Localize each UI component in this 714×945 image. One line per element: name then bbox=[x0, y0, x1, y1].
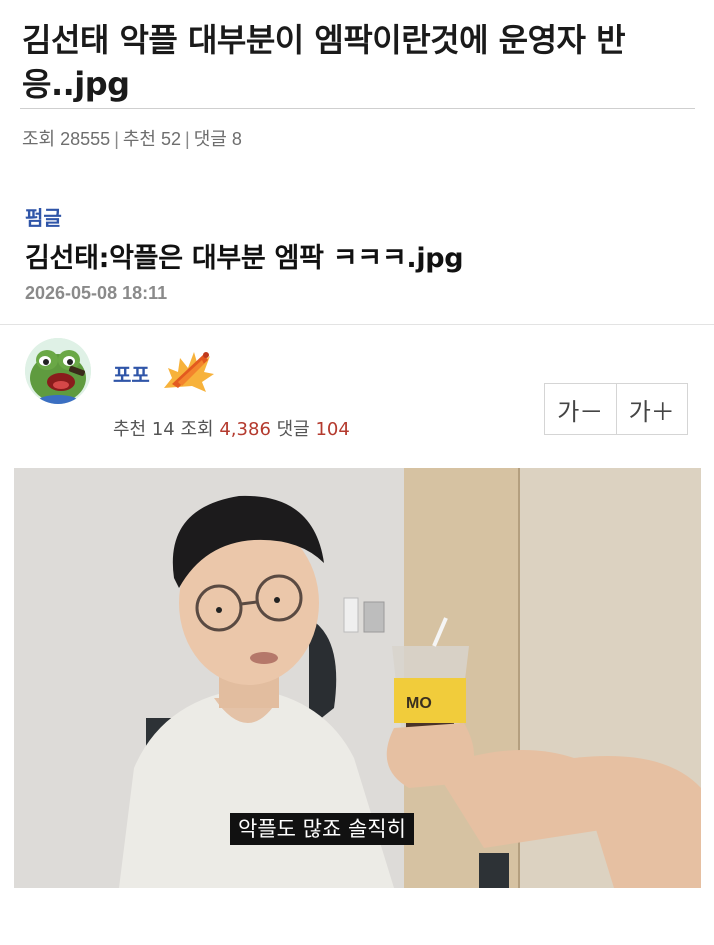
author-view-value: 4,386 bbox=[219, 419, 271, 440]
board-category-link[interactable]: 펌글 bbox=[25, 202, 62, 231]
font-size-controls: 가－ 가＋ bbox=[544, 383, 688, 435]
post-title: 김선태 악플 대부분이 엠팍이란것에 운영자 반응..jpg bbox=[22, 21, 626, 103]
section-divider bbox=[0, 324, 714, 325]
view-count: 조회 28555 bbox=[22, 129, 111, 149]
meta-separator: | bbox=[185, 129, 190, 149]
title-divider bbox=[20, 108, 695, 109]
font-increase-button[interactable]: 가＋ bbox=[615, 384, 688, 434]
author-like-value: 14 bbox=[151, 419, 175, 440]
author-view-label: 조회 bbox=[180, 419, 214, 440]
level-badge-icon bbox=[158, 338, 218, 398]
post-image[interactable]: MO 악플도 많죠 솔직히 bbox=[14, 468, 701, 888]
post-date: 2026-05-08 18:11 bbox=[25, 283, 168, 303]
original-post-title[interactable]: 김선태:악플은 대부분 엠팍 ㅋㅋㅋ.jpg bbox=[25, 236, 464, 275]
cup-label: MO bbox=[406, 695, 432, 712]
post-meta: 조회 28555 | 추천 52 | 댓글 8 bbox=[22, 125, 242, 151]
font-decrease-button[interactable]: 가－ bbox=[545, 384, 616, 434]
author-stats: 추천 14 조회 4,386 댓글 104 bbox=[113, 415, 350, 441]
video-subtitle: 악플도 많죠 솔직히 bbox=[230, 813, 414, 845]
meta-separator: | bbox=[114, 129, 119, 149]
like-count: 추천 52 bbox=[122, 129, 182, 149]
frog-avatar-icon bbox=[25, 338, 91, 404]
comment-count: 댓글 8 bbox=[193, 129, 242, 149]
author-like-label: 추천 bbox=[113, 419, 147, 440]
author-avatar[interactable] bbox=[25, 338, 91, 404]
author-name[interactable]: 포포 bbox=[113, 359, 150, 388]
author-comment-label: 댓글 bbox=[276, 419, 310, 440]
author-comment-value: 104 bbox=[315, 419, 350, 440]
